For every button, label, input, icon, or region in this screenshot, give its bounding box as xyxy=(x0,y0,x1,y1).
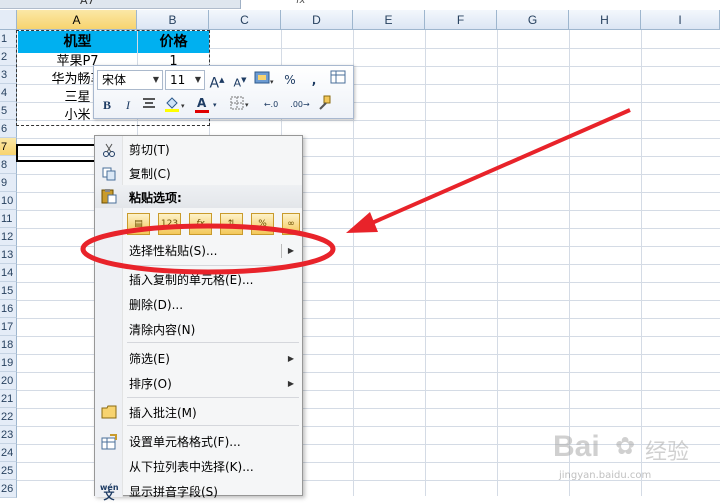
annotation-arrow-head xyxy=(346,212,378,233)
annotation-overlay xyxy=(80,108,631,275)
paw-icon: ✿ xyxy=(615,432,636,460)
watermark-brand: Bai xyxy=(553,430,600,463)
baidu-watermark: Bai ✿ 经验 jingyan.baidu.com xyxy=(553,430,713,490)
watermark-brand-cn: 经验 xyxy=(645,440,690,465)
annotation-arrow-shaft xyxy=(364,108,631,228)
watermark-url: jingyan.baidu.com xyxy=(559,470,652,481)
highlight-ellipse xyxy=(80,223,336,275)
